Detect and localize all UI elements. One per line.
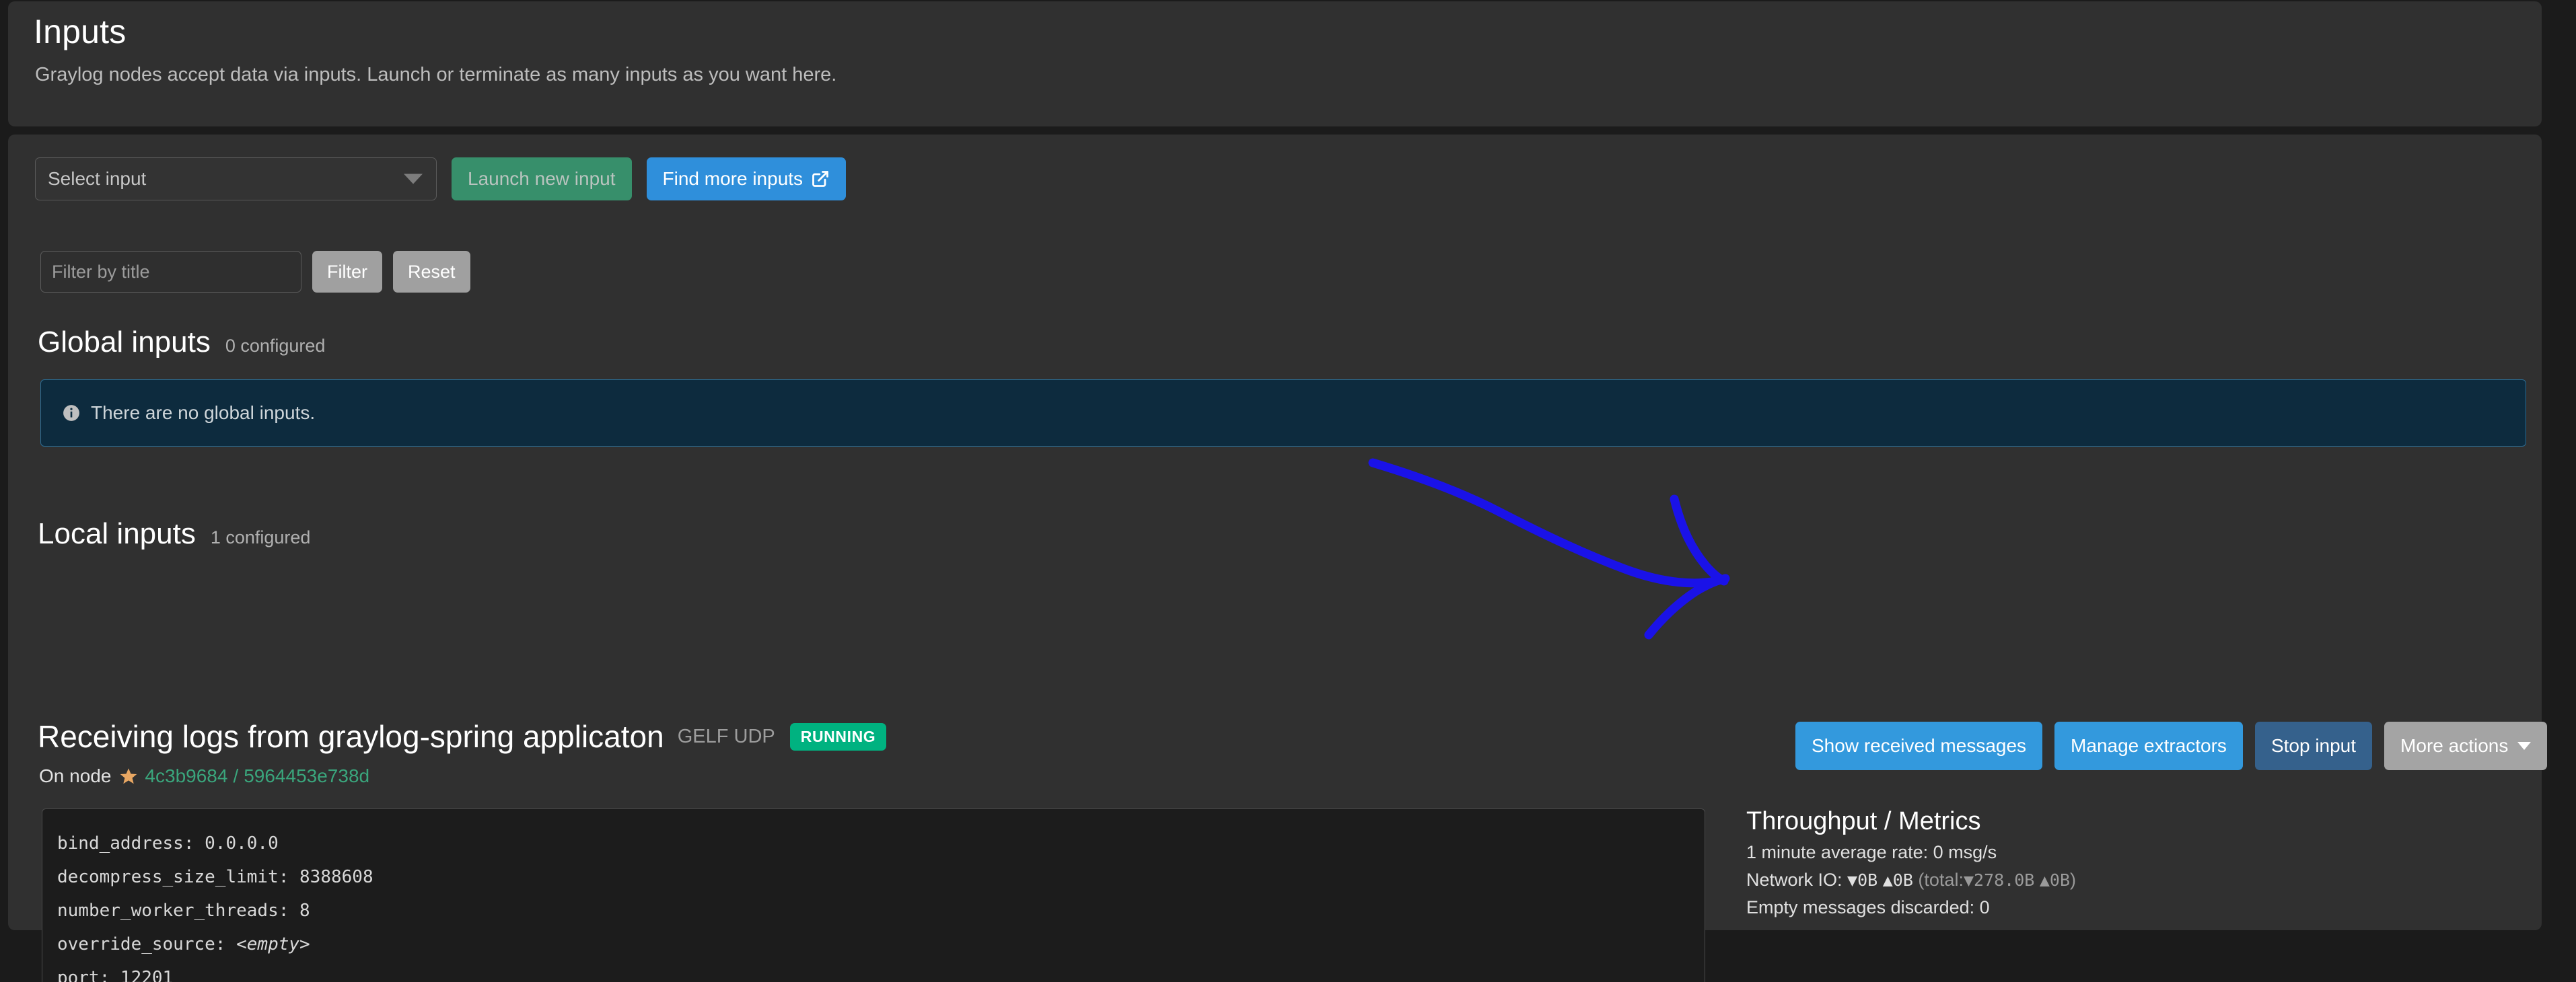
- reset-button[interactable]: Reset: [393, 251, 470, 293]
- global-inputs-count: 0 configured: [225, 336, 326, 356]
- config-line-empty-value: <empty>: [236, 934, 310, 954]
- page-header-card: Inputs Graylog nodes accept data via inp…: [8, 1, 2542, 126]
- launch-new-input-button[interactable]: Launch new input: [452, 157, 632, 200]
- page-subtitle: Graylog nodes accept data via inputs. La…: [35, 64, 837, 85]
- local-inputs-heading: Local inputs 1 configured: [38, 517, 310, 551]
- node-id-link[interactable]: 4c3b9684: [145, 765, 227, 787]
- on-node-label: On node: [39, 765, 112, 786]
- select-input-value: Select input: [48, 168, 147, 189]
- input-node-row: On node 4c3b9684 / 5964453e738d: [39, 765, 369, 787]
- external-link-icon: [811, 169, 830, 188]
- global-inputs-heading: Global inputs 0 configured: [38, 326, 325, 359]
- metrics-heading: Throughput / Metrics: [1746, 807, 1981, 835]
- config-line: number_worker_threads: 8: [57, 901, 310, 921]
- network-total-open: (total:: [1918, 870, 1964, 890]
- manage-extractors-button[interactable]: Manage extractors: [2054, 722, 2243, 770]
- stop-input-button[interactable]: Stop input: [2254, 722, 2373, 770]
- config-line-key: override_source:: [57, 934, 237, 954]
- metrics-rate: 1 minute average rate: 0 msg/s: [1746, 842, 1997, 862]
- arrow-up-icon: ▲: [1882, 870, 1893, 890]
- network-out-value: 0B: [1892, 870, 1913, 890]
- inputs-page: Inputs Graylog nodes accept data via inp…: [0, 0, 2576, 982]
- config-line: override_source: <empty>: [57, 928, 1690, 961]
- global-inputs-title: Global inputs: [38, 326, 211, 358]
- local-inputs-title: Local inputs: [38, 517, 196, 550]
- no-global-inputs-text: There are no global inputs.: [91, 402, 316, 423]
- arrow-up-icon: ▲: [2039, 870, 2050, 890]
- local-inputs-count: 1 configured: [210, 527, 311, 547]
- config-line: port: 12201: [57, 968, 174, 982]
- throughput-metrics-panel: Throughput / Metrics 1 minute average ra…: [1746, 807, 2076, 921]
- input-title-row: Receiving logs from graylog-spring appli…: [38, 718, 887, 755]
- config-line: decompress_size_limit: 8388608: [57, 867, 373, 887]
- chevron-down-icon: [404, 174, 423, 184]
- status-badge: RUNNING: [789, 722, 887, 751]
- no-global-inputs-alert: There are no global inputs.: [40, 379, 2526, 447]
- find-more-inputs-label: Find more inputs: [662, 168, 803, 189]
- network-total-in-value: 278.0B: [1974, 870, 2035, 890]
- config-line: bind_address: 0.0.0.0: [57, 833, 279, 854]
- more-actions-button[interactable]: More actions: [2384, 722, 2548, 770]
- network-total-out-value: 0B: [2049, 870, 2071, 890]
- input-configuration: bind_address: 0.0.0.0 decompress_size_li…: [42, 808, 1705, 982]
- find-more-inputs-button[interactable]: Find more inputs: [646, 157, 847, 200]
- filter-title-input[interactable]: [40, 251, 301, 293]
- arrow-down-icon: ▼: [1963, 870, 1974, 890]
- network-total-close: ): [2070, 870, 2077, 890]
- filter-button[interactable]: Filter: [312, 251, 382, 293]
- page-title: Inputs: [34, 13, 127, 50]
- metrics-network-io: Network IO: ▼0B ▲0B (total:▼278.0B ▲0B): [1746, 866, 2076, 894]
- info-icon: [63, 404, 80, 422]
- node-hash-link[interactable]: 5964453e738d: [244, 765, 369, 787]
- more-actions-label: More actions: [2400, 735, 2509, 756]
- input-actions: Show received messages Manage extractors…: [1795, 722, 2548, 770]
- input-toolbar: Select input Launch new input Find more …: [35, 157, 847, 200]
- inputs-body-card: Select input Launch new input Find more …: [8, 135, 2548, 982]
- arrow-down-icon: ▼: [1847, 870, 1858, 890]
- chevron-down-icon: [2517, 742, 2532, 750]
- show-received-messages-button[interactable]: Show received messages: [1795, 722, 2043, 770]
- metrics-empty-messages: Empty messages discarded: 0: [1746, 897, 1990, 917]
- network-in-value: 0B: [1857, 870, 1878, 890]
- node-separator: /: [233, 765, 239, 786]
- filter-row: Filter Reset: [40, 251, 470, 293]
- input-type-label: GELF UDP: [677, 725, 775, 747]
- network-io-label: Network IO:: [1746, 870, 1842, 890]
- input-title: Receiving logs from graylog-spring appli…: [38, 719, 664, 754]
- select-input-dropdown[interactable]: Select input: [35, 157, 437, 200]
- star-icon: [119, 767, 138, 786]
